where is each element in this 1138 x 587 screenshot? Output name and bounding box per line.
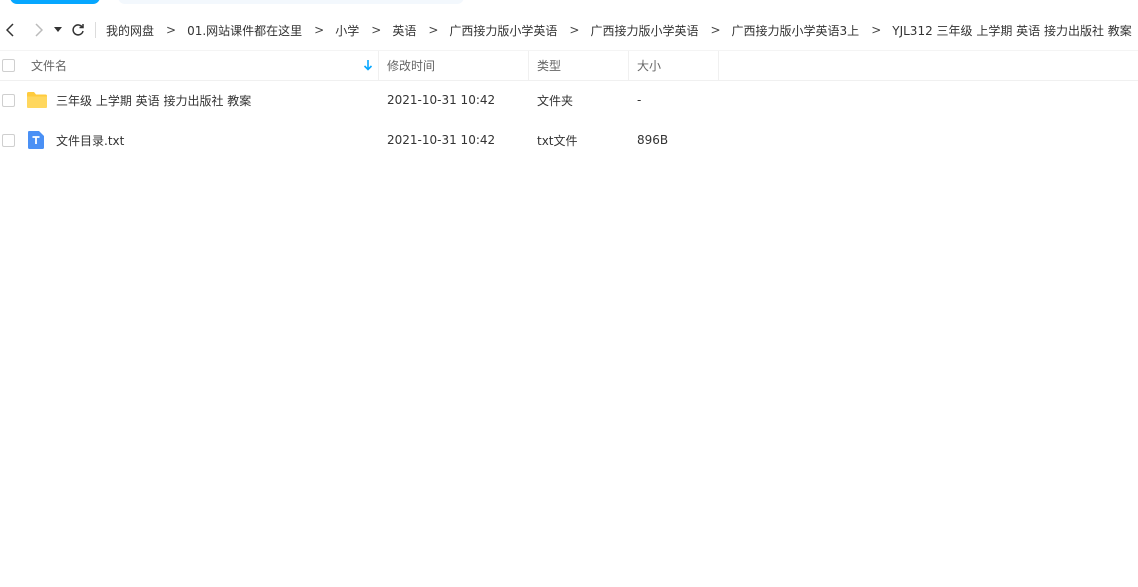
breadcrumb-separator: > bbox=[710, 23, 721, 37]
nav-divider bbox=[95, 22, 96, 38]
upload-button[interactable] bbox=[10, 0, 100, 4]
column-header-modified[interactable]: 修改时间 bbox=[379, 51, 528, 80]
file-modified-time: 2021-10-31 10:42 bbox=[387, 93, 496, 107]
file-row-txt[interactable]: 文件目录.txt 2021-10-31 10:42 txt文件 896B bbox=[0, 120, 1138, 160]
history-dropdown-button[interactable] bbox=[51, 10, 65, 50]
breadcrumb-item[interactable]: 小学 bbox=[335, 22, 359, 39]
forward-button[interactable] bbox=[27, 10, 51, 50]
breadcrumb-item[interactable]: 01.网站课件都在这里 bbox=[187, 22, 302, 39]
breadcrumb-item[interactable]: 广西接力版小学英语 bbox=[449, 22, 557, 39]
row-checkbox[interactable] bbox=[2, 94, 15, 107]
caret-down-icon bbox=[54, 27, 62, 32]
file-row-folder[interactable]: 三年级 上学期 英语 接力出版社 教案 2021-10-31 10:42 文件夹… bbox=[0, 80, 1138, 120]
file-type: 文件夹 bbox=[537, 93, 574, 108]
breadcrumb-separator: > bbox=[871, 23, 882, 37]
text-file-icon bbox=[28, 131, 44, 149]
file-name[interactable]: 三年级 上学期 英语 接力出版社 教案 bbox=[56, 92, 251, 109]
breadcrumb-current[interactable]: YJL312 三年级 上学期 英语 接力出版社 教案 bbox=[892, 22, 1132, 39]
sort-descending-icon[interactable] bbox=[362, 58, 374, 72]
breadcrumb-item[interactable]: 广西接力版小学英语 bbox=[590, 22, 698, 39]
file-modified-time: 2021-10-31 10:42 bbox=[387, 133, 496, 147]
breadcrumb-item[interactable]: 我的网盘 bbox=[106, 22, 154, 39]
back-button[interactable] bbox=[0, 10, 20, 50]
row-checkbox[interactable] bbox=[2, 134, 15, 147]
file-list-header: 文件名 修改时间 类型 大小 bbox=[0, 50, 1138, 81]
chevron-left-icon bbox=[6, 23, 14, 37]
navigation-bar: 我的网盘 > 01.网站课件都在这里 > 小学 > 英语 > 广西接力版小学英语… bbox=[0, 10, 1138, 50]
column-header-modified-label: 修改时间 bbox=[387, 59, 436, 73]
breadcrumb-item[interactable]: 广西接力版小学英语3上 bbox=[732, 22, 860, 39]
breadcrumb-separator: > bbox=[314, 23, 325, 37]
column-divider[interactable] bbox=[718, 51, 719, 80]
breadcrumb-separator: > bbox=[371, 23, 382, 37]
column-header-name-label: 文件名 bbox=[31, 59, 68, 73]
file-name[interactable]: 文件目录.txt bbox=[56, 132, 124, 149]
select-all-checkbox[interactable] bbox=[2, 59, 15, 72]
breadcrumb-item[interactable]: 英语 bbox=[392, 22, 416, 39]
column-header-name[interactable]: 文件名 bbox=[31, 51, 378, 80]
breadcrumb-separator: > bbox=[428, 23, 439, 37]
column-header-type-label: 类型 bbox=[537, 59, 562, 73]
file-size: 896B bbox=[637, 133, 669, 147]
folder-icon bbox=[27, 92, 47, 108]
top-toolbar-strip bbox=[0, 0, 1138, 8]
file-size: - bbox=[637, 93, 642, 107]
file-type: txt文件 bbox=[537, 133, 578, 148]
breadcrumb: 我的网盘 > 01.网站课件都在这里 > 小学 > 英语 > 广西接力版小学英语… bbox=[106, 22, 1132, 39]
search-input[interactable] bbox=[118, 0, 464, 4]
column-header-type[interactable]: 类型 bbox=[529, 51, 628, 80]
chevron-right-icon bbox=[35, 23, 43, 37]
refresh-icon bbox=[72, 24, 84, 36]
breadcrumb-separator: > bbox=[166, 23, 177, 37]
column-header-size-label: 大小 bbox=[637, 59, 662, 73]
column-header-size[interactable]: 大小 bbox=[629, 51, 718, 80]
refresh-button[interactable] bbox=[67, 10, 89, 50]
breadcrumb-separator: > bbox=[569, 23, 580, 37]
